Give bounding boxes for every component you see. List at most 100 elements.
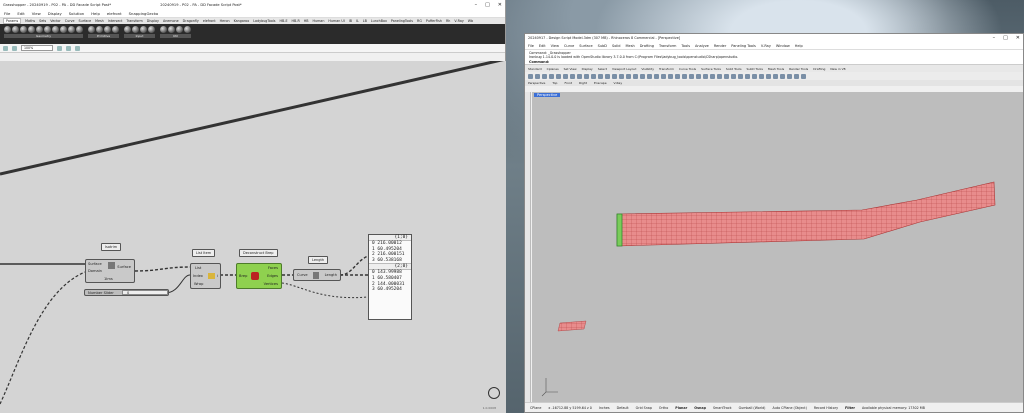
tool-icon[interactable] bbox=[675, 73, 680, 79]
rhino-toolbar-tab-12[interactable]: Mesh Tools bbox=[768, 67, 784, 71]
tool-icon[interactable] bbox=[682, 73, 687, 79]
gh-tab-25[interactable]: PanelingTools bbox=[391, 19, 413, 23]
rhino-menu-item-5[interactable]: SubD bbox=[598, 44, 607, 48]
listitem-input-wrap[interactable]: Wrap bbox=[194, 282, 203, 286]
component-icon[interactable] bbox=[176, 26, 183, 33]
gh-menu-item-7[interactable]: SnappingGecko bbox=[129, 11, 159, 16]
decon-output-vertices[interactable]: Vertices bbox=[264, 282, 278, 286]
zoom-field[interactable]: 100% bbox=[21, 45, 53, 51]
tool-icon[interactable] bbox=[570, 73, 575, 79]
toolbar-group-label[interactable]: Geometry bbox=[4, 34, 83, 38]
tool-icon[interactable] bbox=[724, 73, 729, 79]
component-icon[interactable] bbox=[88, 26, 95, 33]
component-icon[interactable] bbox=[132, 26, 139, 33]
tool-icon[interactable] bbox=[731, 73, 736, 79]
length-component[interactable]: Curve Length bbox=[293, 269, 341, 281]
rhino-menu-item-13[interactable]: Paneling Tools bbox=[731, 44, 756, 48]
list-item-component[interactable]: List Index Wrap i bbox=[190, 263, 221, 289]
gh-tab-7[interactable]: Intersect bbox=[108, 19, 123, 23]
tool-icon[interactable] bbox=[619, 73, 624, 79]
viewport-tab-1[interactable]: Top bbox=[552, 81, 557, 85]
maximize-icon[interactable]: □ bbox=[1003, 35, 1008, 41]
tool-icon[interactable] bbox=[647, 73, 652, 79]
toolbar-group-label[interactable]: Input bbox=[124, 34, 155, 38]
gh-tab-18[interactable]: HB bbox=[304, 19, 309, 23]
tool-icon[interactable] bbox=[598, 73, 603, 79]
gh-tab-24[interactable]: LunchBox bbox=[371, 19, 387, 23]
tool-icon[interactable] bbox=[794, 73, 799, 79]
tool-icon[interactable] bbox=[654, 73, 659, 79]
component-icon[interactable] bbox=[28, 26, 35, 33]
rhino-toolbar-tab-3[interactable]: Display bbox=[582, 67, 593, 71]
status-toggle[interactable]: SmartTrack bbox=[713, 406, 732, 410]
gh-tab-8[interactable]: Transform bbox=[126, 19, 142, 23]
data-panel[interactable]: {1;0} 0 216.00012 1 60.495204 2 216.000151… bbox=[368, 234, 412, 320]
status-units[interactable]: Inches bbox=[599, 406, 610, 410]
rhino-menu-item-14[interactable]: V-Ray bbox=[761, 44, 771, 48]
gh-tab-28[interactable]: Rh bbox=[446, 19, 450, 23]
decon-output-edges[interactable]: Edges bbox=[267, 274, 278, 278]
preview-icon[interactable] bbox=[75, 45, 80, 51]
tool-icon[interactable] bbox=[745, 73, 750, 79]
tool-icon[interactable] bbox=[787, 73, 792, 79]
status-toggle[interactable]: Record History bbox=[814, 406, 838, 410]
rhino-menu-item-0[interactable]: File bbox=[528, 44, 534, 48]
open-icon[interactable] bbox=[3, 45, 8, 51]
gh-tab-27[interactable]: PufferFish bbox=[426, 19, 442, 23]
listitem-input-index[interactable]: Index bbox=[193, 274, 203, 278]
gh-tab-23[interactable]: LB bbox=[363, 19, 367, 23]
status-toggle[interactable]: Ortho bbox=[659, 406, 668, 410]
component-icon[interactable] bbox=[148, 26, 155, 33]
status-toggle[interactable]: Gumball (World) bbox=[739, 406, 766, 410]
tool-icon[interactable] bbox=[766, 73, 771, 79]
gh-tab-26[interactable]: RG bbox=[417, 19, 422, 23]
component-icon[interactable] bbox=[140, 26, 147, 33]
tool-icon[interactable] bbox=[542, 73, 547, 79]
component-icon[interactable] bbox=[20, 26, 27, 33]
close-icon[interactable]: ✕ bbox=[1016, 35, 1020, 41]
rhino-menu-item-8[interactable]: Drafting bbox=[640, 44, 654, 48]
rhino-menu-item-9[interactable]: Transform bbox=[659, 44, 676, 48]
gh-tab-11[interactable]: Dragonfly bbox=[183, 19, 199, 23]
component-icon[interactable] bbox=[76, 26, 83, 33]
component-icon[interactable] bbox=[184, 26, 191, 33]
viewport-tab-4[interactable]: Enscape bbox=[594, 81, 607, 85]
status-toggle[interactable]: Filter bbox=[845, 406, 855, 410]
tool-icon[interactable] bbox=[633, 73, 638, 79]
tool-icon[interactable] bbox=[801, 73, 806, 79]
gh-menu-item-1[interactable]: Edit bbox=[17, 11, 24, 16]
gh-tab-0[interactable]: Params bbox=[3, 18, 22, 24]
component-icon[interactable] bbox=[36, 26, 43, 33]
tool-icon[interactable] bbox=[661, 73, 666, 79]
tool-icon[interactable] bbox=[752, 73, 757, 79]
gh-tab-1[interactable]: Maths bbox=[25, 19, 35, 23]
viewport-tab-0[interactable]: Perspective bbox=[528, 81, 545, 85]
listitem-output[interactable]: i bbox=[217, 274, 218, 278]
tool-icon[interactable] bbox=[717, 73, 722, 79]
tool-icon[interactable] bbox=[640, 73, 645, 79]
isotrim-input-surface[interactable]: Surface bbox=[88, 262, 102, 266]
facade-surface[interactable] bbox=[616, 181, 996, 247]
tool-icon[interactable] bbox=[773, 73, 778, 79]
rhino-menu-item-6[interactable]: Solid bbox=[612, 44, 621, 48]
status-coordinates[interactable]: x -16712.88 y 5199.64 z 0 bbox=[548, 406, 592, 410]
status-cplane[interactable]: CPlane bbox=[530, 406, 541, 410]
rhino-menu-item-16[interactable]: Help bbox=[795, 44, 803, 48]
minimize-icon[interactable]: – bbox=[475, 2, 478, 8]
eye-icon[interactable] bbox=[57, 45, 62, 51]
decon-output-faces[interactable]: Faces bbox=[268, 266, 278, 270]
gh-tab-13[interactable]: Heron bbox=[220, 19, 230, 23]
component-icon[interactable] bbox=[4, 26, 11, 33]
component-icon[interactable] bbox=[96, 26, 103, 33]
component-icon[interactable] bbox=[104, 26, 111, 33]
tool-icon[interactable] bbox=[759, 73, 764, 79]
component-icon[interactable] bbox=[112, 26, 119, 33]
component-icon[interactable] bbox=[124, 26, 131, 33]
viewport-tab-5[interactable]: V-Ray bbox=[614, 81, 623, 85]
tool-icon[interactable] bbox=[612, 73, 617, 79]
rhino-menu-item-4[interactable]: Surface bbox=[579, 44, 592, 48]
rhino-menu-item-12[interactable]: Render bbox=[714, 44, 726, 48]
component-icon[interactable] bbox=[44, 26, 51, 33]
tool-icon[interactable] bbox=[584, 73, 589, 79]
tool-icon[interactable] bbox=[577, 73, 582, 79]
